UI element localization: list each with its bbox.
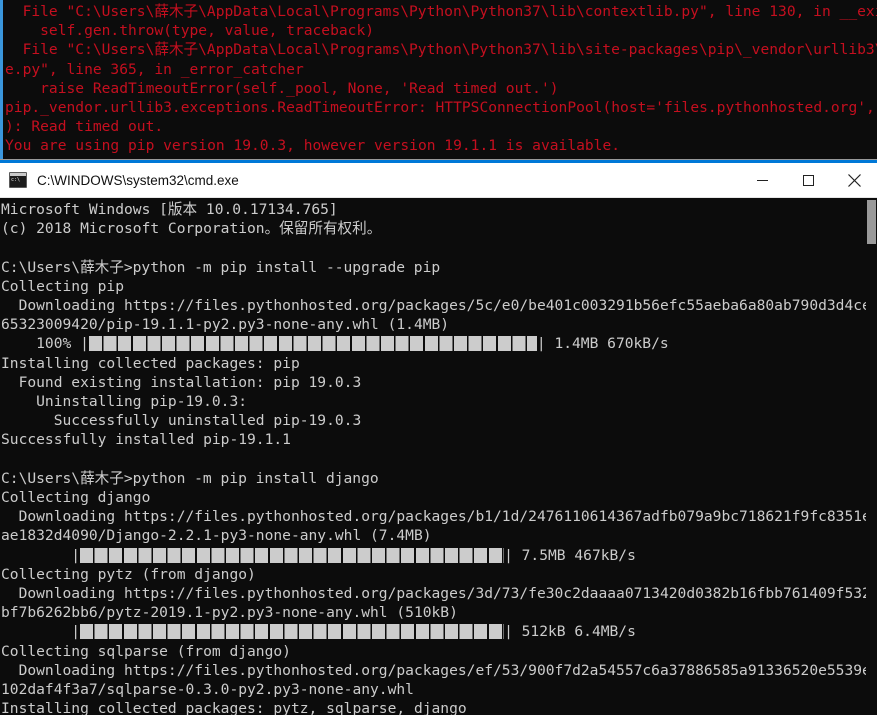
console-line: 65323009420/pip-19.1.1-py2.py3-none-any.… xyxy=(1,316,450,334)
console-line: Collecting pytz (from django) xyxy=(1,565,256,583)
console-line: Uninstalling pip-19.0.3: xyxy=(1,393,248,411)
progress-bar xyxy=(88,336,537,352)
console-line: bf7b6262bb6/pytz-2019.1-py2.py3-none-any… xyxy=(1,604,458,622)
maximize-button[interactable] xyxy=(785,163,831,197)
console-line: Successfully uninstalled pip-19.0.3 xyxy=(1,412,362,430)
scrollbar-thumb[interactable] xyxy=(867,200,876,244)
console-line: Collecting pip xyxy=(1,277,125,295)
cmd-exe-window[interactable]: C:\WINDOWS\system32\cmd.exe Microsoft xyxy=(0,160,877,715)
download-progress-line: | | 7.5MB 467kB/s xyxy=(1,546,867,565)
console-line: Installing collected packages: pytz, sql… xyxy=(1,700,467,715)
console-line: Downloading https://files.pythonhosted.o… xyxy=(1,585,877,603)
console-line: Downloading https://files.pythonhosted.o… xyxy=(1,297,877,314)
traceback-line: pip._vendor.urllib3.exceptions.ReadTimeo… xyxy=(5,99,877,117)
traceback-line: File "C:\Users\薛木子\AppData\Local\Program… xyxy=(5,3,877,20)
console-line: Successfully installed pip-19.1.1 xyxy=(1,431,291,449)
console-line: C:\Users\薛木子>python -m pip install djang… xyxy=(1,469,379,487)
window-controls xyxy=(739,163,877,197)
window-titlebar[interactable]: C:\WINDOWS\system32\cmd.exe xyxy=(0,163,877,198)
progress-suffix: | 7.5MB 467kB/s xyxy=(504,546,636,564)
progress-bar xyxy=(80,624,505,640)
progress-prefix: | xyxy=(1,546,81,564)
traceback-line: e.py", line 365, in _error_catcher xyxy=(5,60,304,78)
traceback-line: raise ReadTimeoutError(self._pool, None,… xyxy=(5,79,559,97)
close-button[interactable] xyxy=(831,163,877,197)
console-output-area[interactable]: Microsoft Windows [版本 10.0.17134.765] (c)… xyxy=(0,198,877,715)
traceback-line: ): Read timed out. xyxy=(5,118,164,136)
console-line: Microsoft Windows [版本 10.0.17134.765] xyxy=(1,201,338,218)
cmd-console-icon xyxy=(9,172,27,188)
progress-prefix: 100% | xyxy=(1,335,89,353)
progress-suffix: | 512kB 6.4MB/s xyxy=(504,623,636,641)
console-line: C:\Users\薛木子>python -m pip install --upg… xyxy=(1,258,441,276)
progress-prefix: | xyxy=(1,623,81,641)
background-console-output: File "C:\Users\薛木子\AppData\Local\Program… xyxy=(3,0,877,175)
download-progress-line: | | 512kB 6.4MB/s xyxy=(1,622,867,641)
console-line: Downloading https://files.pythonhosted.o… xyxy=(1,661,877,679)
console-line: ae1832d4090/Django-2.2.1-py3-none-any.wh… xyxy=(1,527,432,545)
console-line: Collecting sqlparse (from django) xyxy=(1,642,291,660)
console-line: Downloading https://files.pythonhosted.o… xyxy=(1,508,877,526)
traceback-line: self.gen.throw(type, value, traceback) xyxy=(5,22,375,40)
traceback-line: You are using pip version 19.0.3, howeve… xyxy=(5,137,621,155)
window-title: C:\WINDOWS\system32\cmd.exe xyxy=(37,172,239,188)
traceback-line: File "C:\Users\薛木子\AppData\Local\Program… xyxy=(5,41,877,59)
console-output-text: Microsoft Windows [版本 10.0.17134.765] (c)… xyxy=(0,198,877,715)
progress-bar xyxy=(80,547,505,563)
progress-suffix: | 1.4MB 670kB/s xyxy=(536,335,669,353)
console-scrollbar[interactable] xyxy=(866,198,877,715)
console-line: 102daf4f3a7/sqlparse-0.3.0-py2.py3-none-… xyxy=(1,681,414,699)
console-line: Collecting django xyxy=(1,489,151,507)
console-line: Found existing installation: pip 19.0.3 xyxy=(1,373,362,391)
download-progress-line: 100% | | 1.4MB 670kB/s xyxy=(1,334,867,353)
console-line: Installing collected packages: pip xyxy=(1,354,300,372)
console-line: (c) 2018 Microsoft Corporation。保留所有权利。 xyxy=(1,220,382,238)
minimize-button[interactable] xyxy=(739,163,785,197)
